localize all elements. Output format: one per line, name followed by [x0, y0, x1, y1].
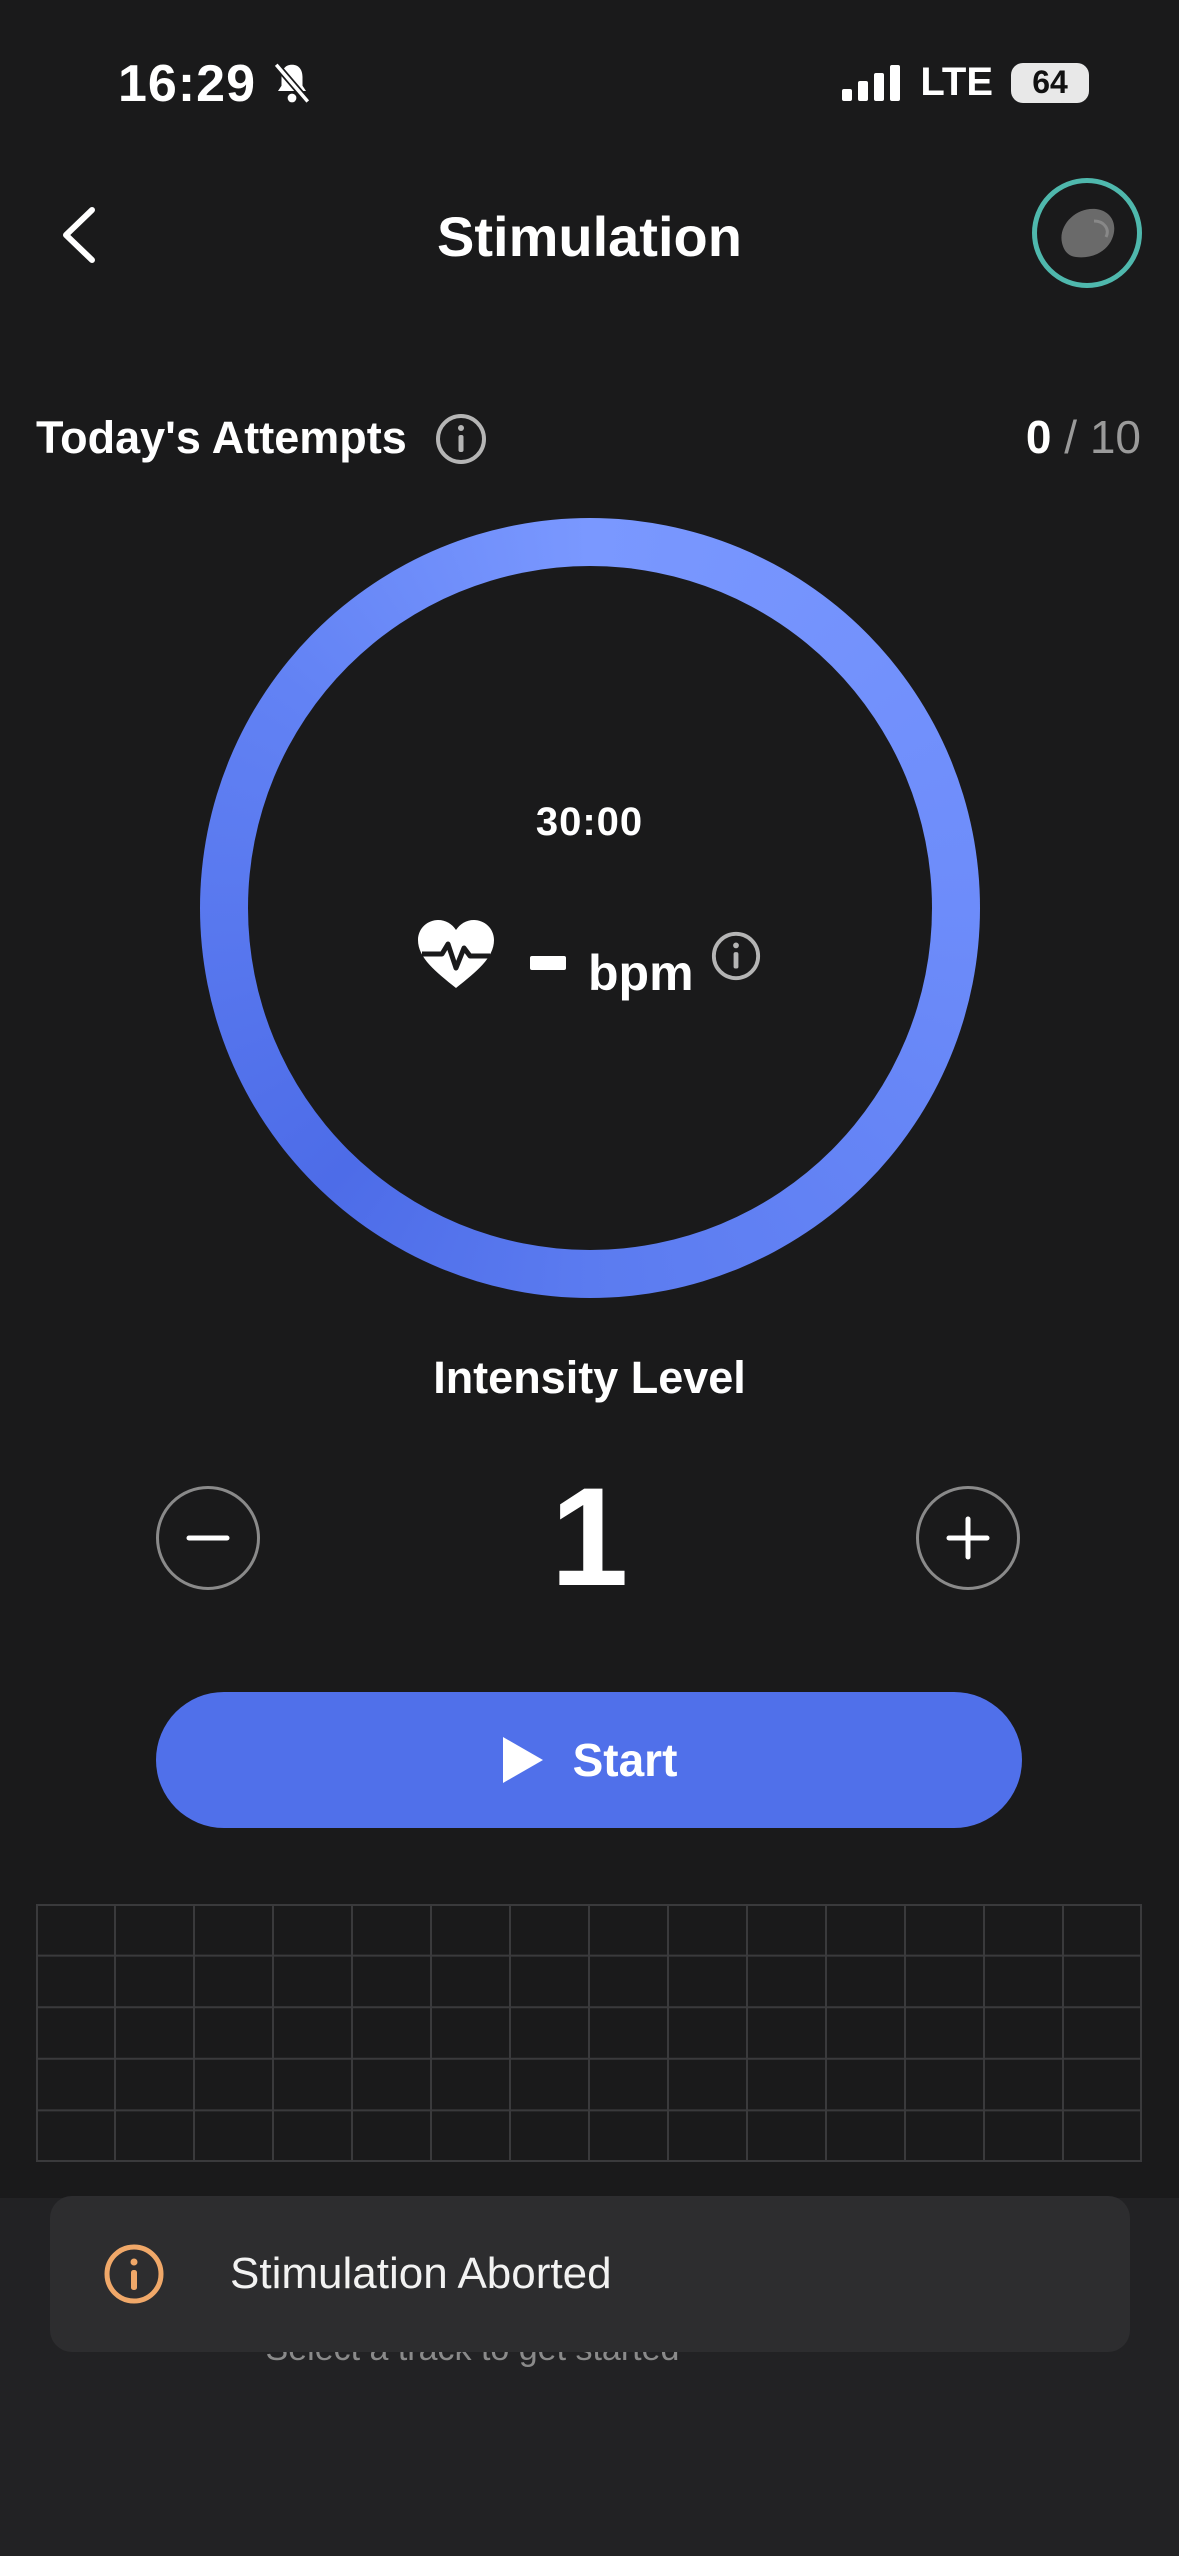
bpm-value: - [530, 956, 566, 970]
attempts-info-button[interactable] [434, 412, 488, 466]
info-icon [104, 2244, 164, 2304]
status-indicators: LTE 64 [842, 60, 1089, 105]
attempts-separator: / [1051, 411, 1090, 463]
signal-icon [842, 64, 901, 101]
device-avatar-icon [1061, 208, 1115, 258]
info-icon [436, 414, 486, 464]
intensity-label: Intensity Level [433, 1352, 746, 1403]
heart-rate-icon [418, 920, 494, 988]
device-avatar[interactable] [1032, 178, 1142, 288]
network-type: LTE [920, 60, 993, 104]
play-icon [502, 1737, 543, 1783]
info-icon [711, 931, 761, 981]
muted-bell-icon [274, 62, 311, 104]
bpm-info-button[interactable] [710, 930, 762, 982]
status-time: 16:29 [118, 54, 313, 114]
plus-icon [946, 1516, 990, 1560]
attempts-count: 0 / 10 [1026, 410, 1141, 464]
increase-intensity-button[interactable] [916, 1486, 1020, 1590]
toast-notification: Stimulation Aborted [50, 2196, 1130, 2352]
waveform-grid [36, 1904, 1142, 2162]
attempts-current: 0 [1025, 411, 1052, 463]
start-label: Start [572, 1734, 678, 1786]
bpm-unit: bpm [588, 945, 694, 1001]
session-timer: 30:00 [535, 800, 644, 844]
start-button[interactable]: Start [156, 1692, 1022, 1828]
battery-indicator: 64 [1011, 62, 1089, 103]
ring-inner [248, 566, 932, 1250]
attempts-label: Today's Attempts [36, 412, 407, 463]
toast-message: Stimulation Aborted [230, 2249, 612, 2298]
session-progress-ring [200, 518, 980, 1298]
attempts-total: 10 [1089, 411, 1141, 463]
page-title: Stimulation [437, 205, 742, 268]
